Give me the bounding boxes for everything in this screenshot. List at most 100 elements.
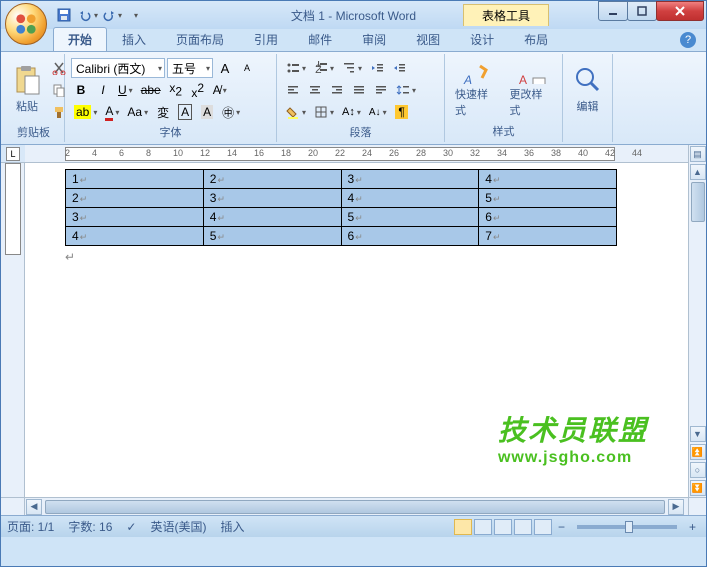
align-right-button[interactable]	[327, 80, 347, 100]
distribute-button[interactable]	[371, 80, 391, 100]
zoom-slider[interactable]	[577, 525, 677, 529]
vertical-scrollbar[interactable]: ▤ ▲ ▼ ⏫ ○ ⏬	[688, 145, 706, 497]
justify-button[interactable]	[349, 80, 369, 100]
tab-page-layout[interactable]: 页面布局	[161, 27, 239, 51]
ruler-toggle[interactable]: ▤	[690, 146, 706, 162]
table-cell[interactable]: 2	[66, 189, 204, 208]
browse-object-button[interactable]: ○	[690, 462, 706, 478]
superscript-button[interactable]: x2	[188, 80, 208, 100]
table-cell[interactable]: 5	[479, 189, 617, 208]
minimize-button[interactable]	[598, 1, 628, 21]
paste-button[interactable]: 粘贴	[7, 56, 47, 122]
tab-layout[interactable]: 布局	[509, 27, 563, 51]
font-name-combo[interactable]: Calibri (西文)	[71, 58, 165, 78]
table-row[interactable]: 3456	[66, 208, 617, 227]
shading-button[interactable]	[283, 102, 309, 122]
table-cell[interactable]: 6	[341, 227, 479, 246]
table-cell[interactable]: 3	[341, 170, 479, 189]
prev-page-button[interactable]: ⏫	[690, 444, 706, 460]
qat-save-button[interactable]	[53, 4, 75, 26]
zoom-out-button[interactable]: −	[554, 520, 569, 534]
text-direction-button[interactable]: A↕	[339, 102, 364, 122]
subscript-button[interactable]: x2	[166, 80, 186, 100]
borders-button[interactable]	[311, 102, 337, 122]
table-cell[interactable]: 7	[479, 227, 617, 246]
scroll-thumb[interactable]	[691, 182, 705, 222]
status-mode[interactable]: 插入	[220, 518, 244, 535]
view-full-screen[interactable]	[474, 519, 492, 535]
sort-button[interactable]: A↓	[366, 102, 390, 122]
show-marks-button[interactable]: ¶	[392, 102, 412, 122]
char-shading-button[interactable]: A	[197, 102, 217, 122]
table-cell[interactable]: 4	[203, 208, 341, 227]
table-cell[interactable]: 4	[66, 227, 204, 246]
highlight-button[interactable]: ab	[71, 102, 100, 122]
zoom-in-button[interactable]: +	[685, 520, 700, 534]
qat-redo-button[interactable]	[101, 4, 123, 26]
tab-view[interactable]: 视图	[401, 27, 455, 51]
document-table[interactable]: 1234 2345 3456 4567	[65, 169, 617, 246]
table-row[interactable]: 1234	[66, 170, 617, 189]
next-page-button[interactable]: ⏬	[690, 480, 706, 496]
quick-styles-button[interactable]: A 快速样式	[449, 56, 504, 122]
table-cell[interactable]: 4	[479, 170, 617, 189]
enclose-button[interactable]: ㊥	[219, 102, 243, 122]
align-left-button[interactable]	[283, 80, 303, 100]
scroll-down-button[interactable]: ▼	[690, 426, 706, 442]
font-color-button[interactable]: A	[102, 102, 122, 122]
clear-formatting-button[interactable]: A̸	[210, 80, 230, 100]
status-proof-icon[interactable]: ✓	[126, 520, 136, 534]
table-row[interactable]: 2345	[66, 189, 617, 208]
tab-design[interactable]: 设计	[455, 27, 509, 51]
status-words[interactable]: 字数: 16	[68, 518, 112, 535]
shrink-font-button[interactable]: A	[237, 58, 257, 78]
table-cell[interactable]: 1	[66, 170, 204, 189]
underline-button[interactable]: U	[115, 80, 136, 100]
table-cell[interactable]: 3	[203, 189, 341, 208]
horizontal-ruler[interactable]: 2468101214161820222426283032343638404244	[25, 145, 688, 163]
table-cell[interactable]: 5	[341, 208, 479, 227]
zoom-thumb[interactable]	[625, 521, 633, 533]
horizontal-scrollbar[interactable]: ◀ ▶	[25, 498, 688, 515]
tab-home[interactable]: 开始	[53, 27, 107, 51]
editing-button[interactable]: 编辑	[567, 56, 608, 122]
line-spacing-button[interactable]	[393, 80, 419, 100]
vertical-ruler[interactable]	[1, 163, 25, 497]
align-center-button[interactable]	[305, 80, 325, 100]
decrease-indent-button[interactable]	[367, 58, 387, 78]
maximize-button[interactable]	[627, 1, 657, 21]
view-draft[interactable]	[534, 519, 552, 535]
font-size-combo[interactable]: 五号	[167, 58, 213, 78]
grow-font-button[interactable]: A	[215, 58, 235, 78]
tab-selector[interactable]: L	[6, 147, 20, 161]
numbering-button[interactable]: 12	[311, 58, 337, 78]
document-area[interactable]: 1234 2345 3456 4567 ↵ 技术员联盟 www.jsgho.co…	[25, 163, 688, 497]
office-button[interactable]	[5, 3, 47, 45]
status-page[interactable]: 页面: 1/1	[7, 518, 54, 535]
view-web-layout[interactable]	[494, 519, 512, 535]
bullets-button[interactable]	[283, 58, 309, 78]
increase-indent-button[interactable]	[389, 58, 409, 78]
table-cell[interactable]: 5	[203, 227, 341, 246]
qat-undo-button[interactable]	[77, 4, 99, 26]
multilevel-button[interactable]	[339, 58, 365, 78]
qat-customize-button[interactable]: ▾	[125, 4, 147, 26]
italic-button[interactable]: I	[93, 80, 113, 100]
tab-insert[interactable]: 插入	[107, 27, 161, 51]
table-cell[interactable]: 3	[66, 208, 204, 227]
table-cell[interactable]: 2	[203, 170, 341, 189]
tab-review[interactable]: 审阅	[347, 27, 401, 51]
scroll-up-button[interactable]: ▲	[690, 164, 706, 180]
tab-references[interactable]: 引用	[239, 27, 293, 51]
hscroll-thumb[interactable]	[45, 500, 665, 514]
change-styles-button[interactable]: A 更改样式	[504, 56, 559, 122]
help-button[interactable]: ?	[680, 32, 696, 48]
char-border-button[interactable]: A	[175, 102, 195, 122]
view-outline[interactable]	[514, 519, 532, 535]
table-cell[interactable]: 4	[341, 189, 479, 208]
bold-button[interactable]: B	[71, 80, 91, 100]
table-row[interactable]: 4567	[66, 227, 617, 246]
strikethrough-button[interactable]: abe	[138, 80, 164, 100]
status-language[interactable]: 英语(美国)	[150, 518, 206, 535]
change-case-button[interactable]: Aa	[124, 102, 151, 122]
